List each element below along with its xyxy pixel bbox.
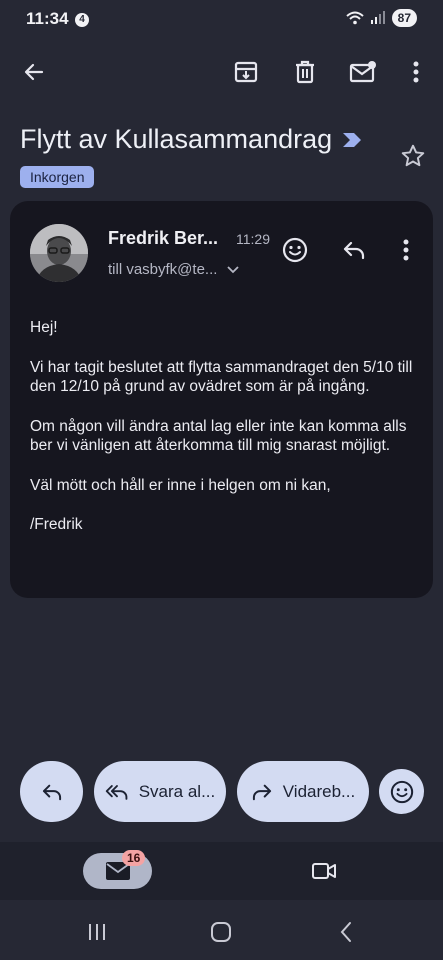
recent-apps-icon xyxy=(89,924,105,940)
avatar[interactable] xyxy=(30,224,88,282)
back-button[interactable] xyxy=(14,52,54,92)
signal-icon xyxy=(370,11,386,25)
recipient-details[interactable]: till vasbyfk@te... xyxy=(108,261,240,278)
emoji-icon xyxy=(390,780,413,803)
react-emoji-button[interactable] xyxy=(275,230,315,270)
home-icon xyxy=(211,922,231,942)
more-vertical-icon xyxy=(403,239,409,261)
importance-marker-icon[interactable] xyxy=(341,131,363,149)
label-chip-inbox[interactable]: Inkorgen xyxy=(20,166,95,188)
nav-meet-tab[interactable] xyxy=(304,851,344,891)
video-camera-icon xyxy=(312,863,336,879)
battery-indicator: 87 xyxy=(391,9,417,27)
body-paragraph: /Fredrik xyxy=(30,516,83,533)
body-paragraph: Väl mött och håll er inne i helgen om ni… xyxy=(30,476,331,494)
body-paragraph: Om någon vill ändra antal lag eller inte… xyxy=(30,417,407,455)
reply-icon xyxy=(42,784,61,800)
recent-apps-button[interactable] xyxy=(77,912,117,952)
system-back-button[interactable] xyxy=(326,912,366,952)
mail-unread-badge: 16 xyxy=(122,850,146,866)
star-icon xyxy=(401,144,425,167)
bottom-navigation xyxy=(0,842,443,900)
emoji-icon xyxy=(282,237,308,263)
chevron-left-icon xyxy=(340,922,351,942)
message-time: 11:29 xyxy=(236,231,270,247)
reply-icon xyxy=(343,241,365,260)
chevron-down-icon xyxy=(227,265,240,273)
sender-name[interactable]: Fredrik Ber... xyxy=(108,228,218,249)
more-options-button[interactable] xyxy=(396,52,436,92)
message-more-button[interactable] xyxy=(386,230,426,270)
status-time: 11:34 xyxy=(26,9,69,28)
star-button[interactable] xyxy=(393,136,433,176)
notification-badge: 4 xyxy=(75,13,89,27)
delete-button[interactable] xyxy=(285,52,325,92)
body-paragraph: Vi har tagit beslutet att flytta sammand… xyxy=(30,358,413,396)
arrow-left-icon xyxy=(24,63,44,81)
home-button[interactable] xyxy=(201,912,241,952)
archive-icon xyxy=(234,61,258,83)
status-icons: 87 xyxy=(345,9,417,27)
archive-button[interactable] xyxy=(226,52,266,92)
email-subject: Flytt av Kullasammandrag xyxy=(20,124,333,154)
forward-label: Vidareb... xyxy=(282,781,356,801)
reply-all-icon xyxy=(105,784,128,800)
reply-button[interactable] xyxy=(334,230,374,270)
recipient-text: till vasbyfk@te... xyxy=(108,261,218,278)
forward-button[interactable]: Vidareb... xyxy=(237,761,369,822)
more-vertical-icon xyxy=(413,61,419,83)
reply-all-label: Svara al... xyxy=(138,781,216,801)
reply-action-button[interactable] xyxy=(20,761,83,822)
emoji-reaction-button[interactable] xyxy=(379,769,424,814)
mark-unread-button[interactable] xyxy=(343,52,383,92)
trash-icon xyxy=(296,60,314,84)
forward-icon xyxy=(252,784,271,800)
message-body: Hej! Vi har tagit beslutet att flytta sa… xyxy=(30,318,415,555)
wifi-icon xyxy=(345,11,364,25)
mail-unread-icon xyxy=(349,61,376,83)
body-paragraph: Hej! xyxy=(30,319,58,336)
reply-all-button[interactable]: Svara al... xyxy=(94,761,226,822)
